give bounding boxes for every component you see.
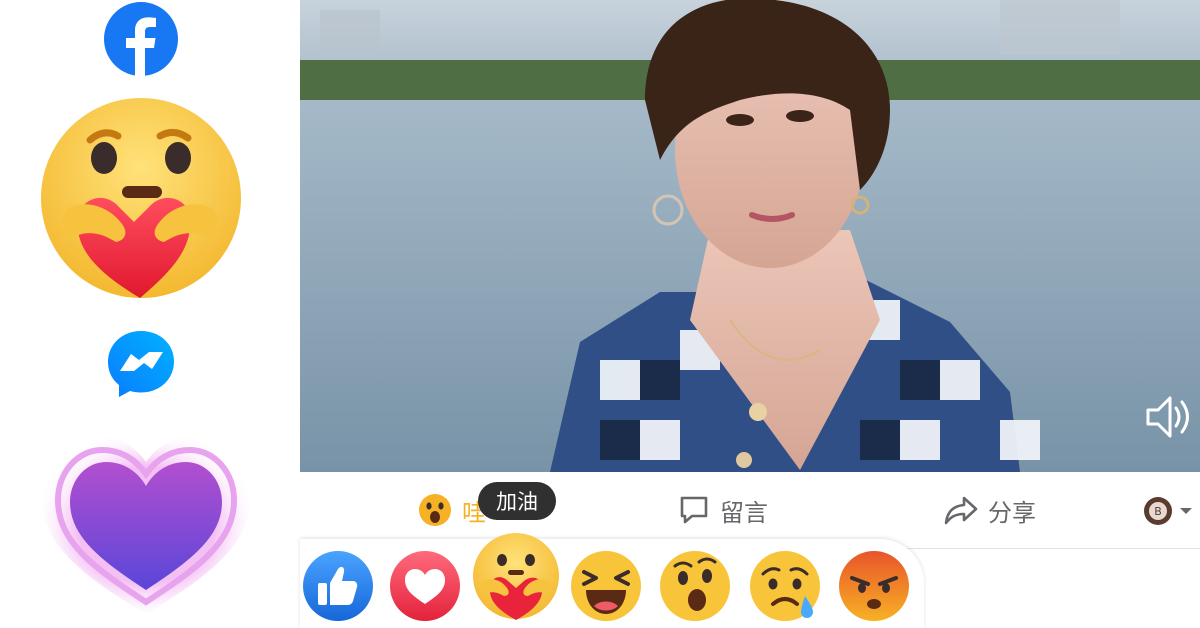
share-icon (944, 496, 978, 525)
care-emoji-icon (38, 98, 244, 308)
wow-reaction-icon (419, 494, 451, 526)
heart-icon (36, 428, 256, 622)
audience-selector[interactable]: B (1143, 496, 1193, 526)
angry-reaction-button[interactable] (838, 550, 910, 626)
volume-icon[interactable] (1144, 394, 1194, 444)
care-reaction-button[interactable] (470, 532, 562, 628)
messenger-logo-icon (104, 327, 178, 405)
logo-column (0, 0, 300, 628)
reaction-tooltip: 加油 (478, 482, 556, 520)
wow-reaction-tray-icon (660, 551, 730, 621)
facebook-logo-icon (104, 2, 178, 80)
chevron-down-icon (1180, 508, 1192, 514)
haha-reaction-button[interactable] (570, 550, 642, 626)
avatar: B (1144, 497, 1172, 525)
comment-icon (680, 496, 708, 524)
angry-icon (839, 551, 909, 621)
share-button[interactable]: 分享 (944, 490, 1036, 530)
love-icon (390, 551, 460, 621)
care-reaction-icon (473, 533, 559, 620)
like-icon (303, 551, 373, 621)
video-frame (300, 0, 1200, 472)
share-label: 分享 (988, 498, 1036, 527)
video-player[interactable] (300, 0, 1200, 472)
wow-reaction-button[interactable] (659, 550, 731, 626)
comment-button[interactable]: 留言 (678, 490, 768, 530)
avatar-initial: B (1154, 505, 1162, 518)
love-reaction-button[interactable] (389, 550, 461, 626)
comment-label: 留言 (720, 498, 768, 527)
reaction-button[interactable]: 哇 (418, 490, 486, 530)
like-reaction-button[interactable] (302, 550, 374, 626)
sad-icon (750, 551, 820, 621)
sad-reaction-button[interactable] (749, 550, 823, 628)
haha-icon (571, 551, 641, 621)
